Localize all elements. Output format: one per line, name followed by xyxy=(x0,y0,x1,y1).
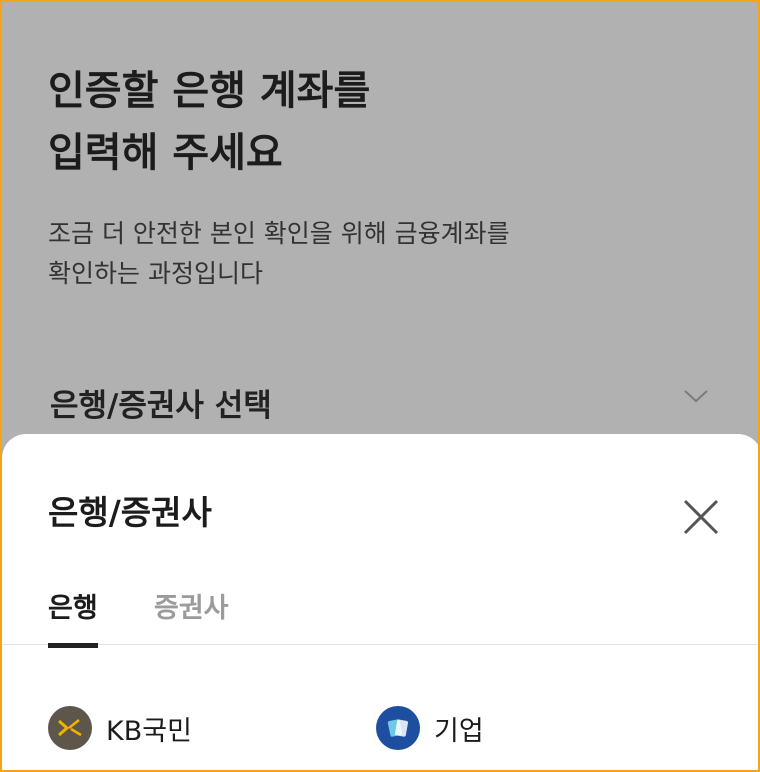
sheet-title: 은행/증권사 xyxy=(48,493,212,532)
kb-logo-icon xyxy=(48,706,92,750)
tab-bank[interactable]: 은행 xyxy=(48,586,98,648)
ibk-logo-icon xyxy=(376,706,420,750)
page-title: 인증할 은행 계좌를 입력해 주세요 xyxy=(48,60,370,184)
bank-picker-bottom-sheet: 은행/증권사 은행 증권사 KB국민 기업 xyxy=(2,434,758,770)
bank-name-ibk: 기업 xyxy=(434,715,484,747)
screen-frame: 인증할 은행 계좌를 입력해 주세요 조금 더 안전한 본인 확인을 위해 금융… xyxy=(0,0,760,772)
bank-select-label: 은행/증권사 선택 xyxy=(50,388,272,424)
tab-securities[interactable]: 증권사 xyxy=(154,586,229,625)
bank-name-kb: KB국민 xyxy=(106,715,192,747)
page-subtitle-line-2: 확인하는 과정입니다 xyxy=(48,259,263,288)
page-title-line-2: 입력해 주세요 xyxy=(48,130,283,176)
bank-select-dropdown[interactable]: 은행/증권사 선택 xyxy=(50,374,710,428)
page-subtitle: 조금 더 안전한 본인 확인을 위해 금융계좌를 확인하는 과정입니다 xyxy=(48,214,510,294)
page-subtitle-line-1: 조금 더 안전한 본인 확인을 위해 금융계좌를 xyxy=(48,219,510,248)
sheet-tabs: 은행 증권사 xyxy=(2,582,758,648)
bank-item-ibk[interactable]: 기업 xyxy=(376,706,484,750)
page-title-line-1: 인증할 은행 계좌를 xyxy=(48,68,371,114)
close-icon[interactable] xyxy=(682,498,720,536)
bank-item-kb[interactable]: KB국민 xyxy=(48,706,192,750)
chevron-down-icon xyxy=(684,390,708,403)
